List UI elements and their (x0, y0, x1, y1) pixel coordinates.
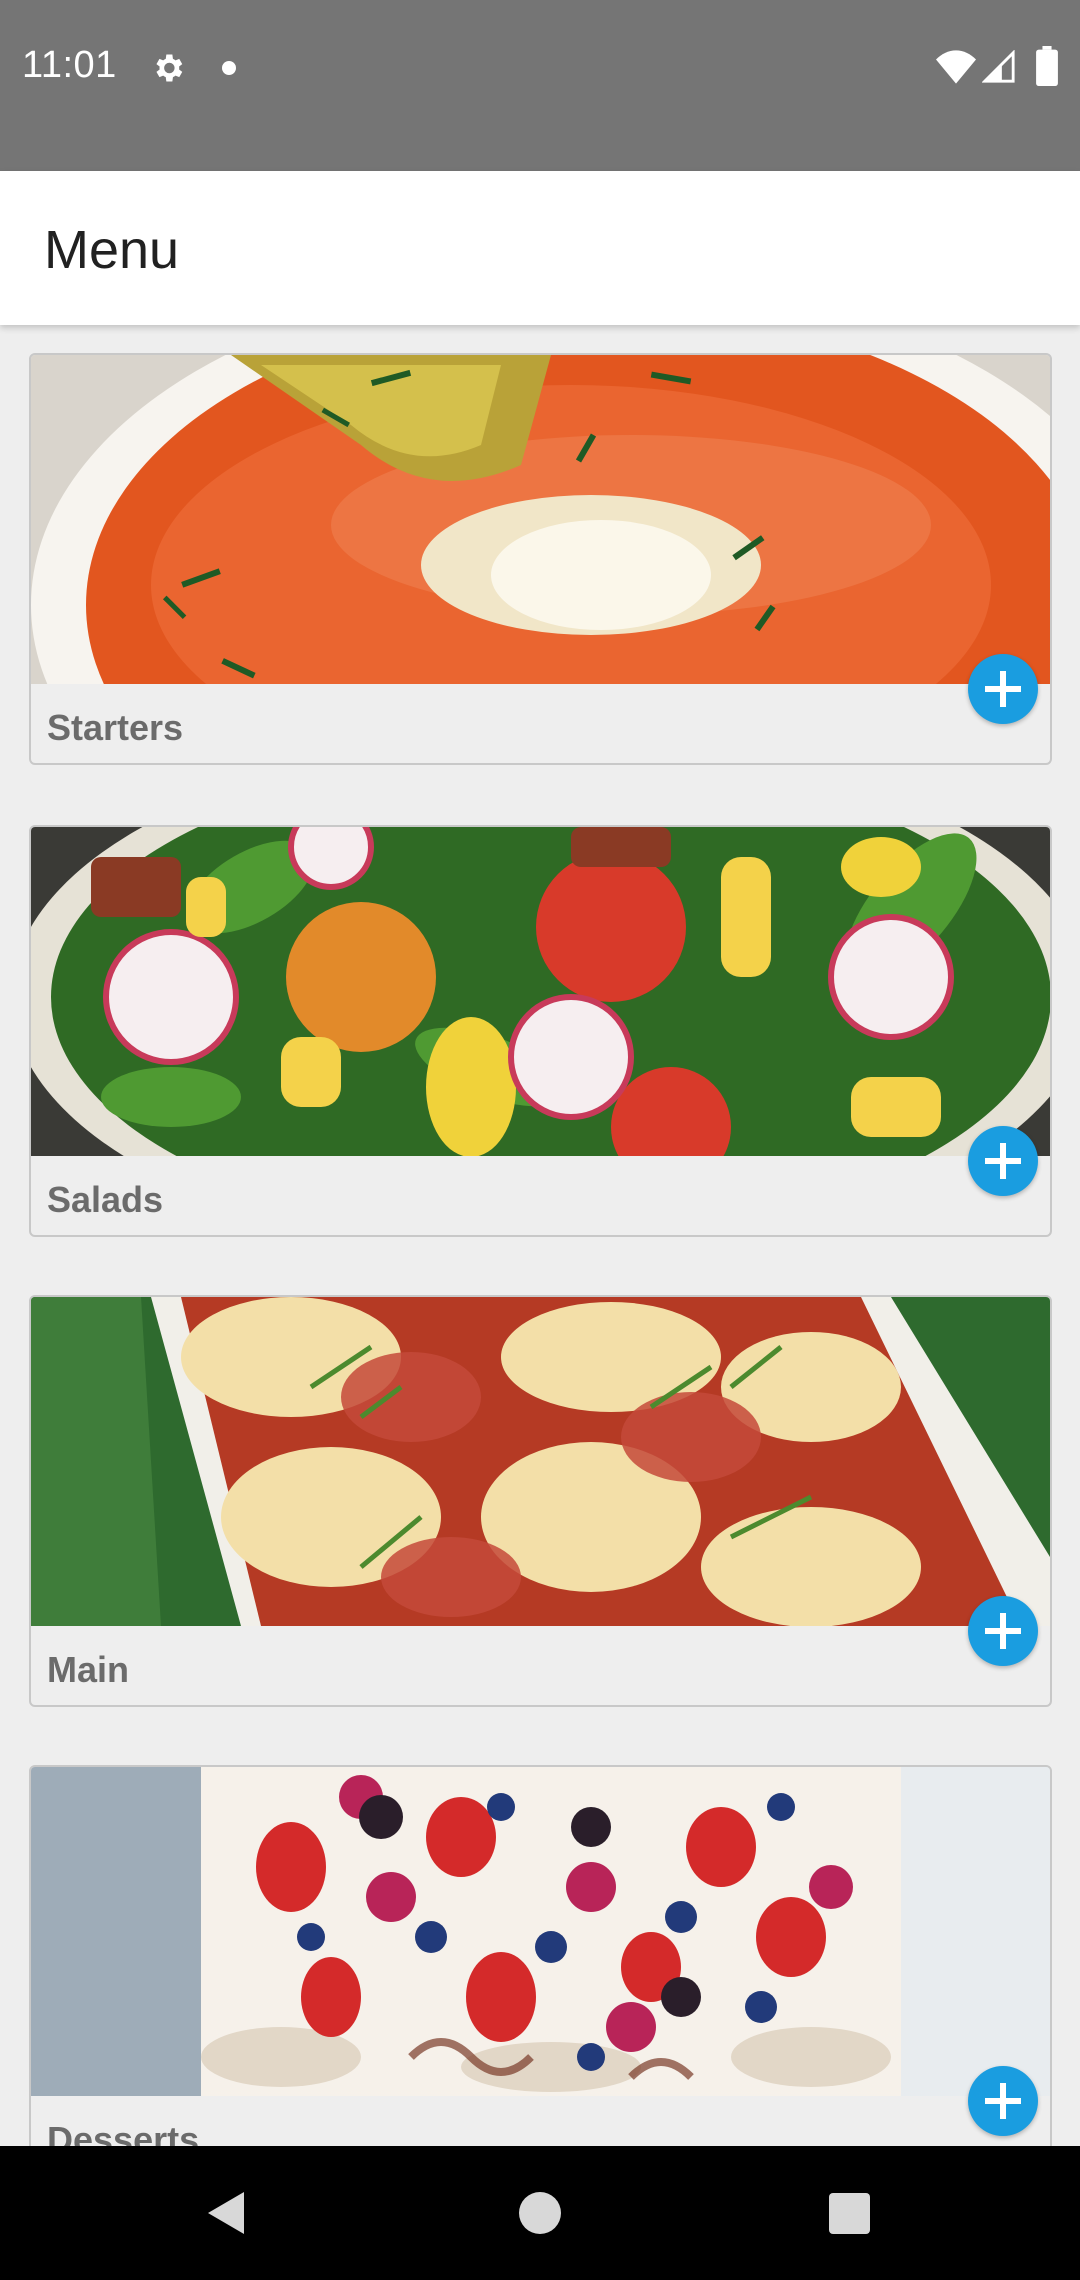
category-label: Desserts (47, 2119, 200, 2146)
status-time: 11:01 (22, 44, 117, 86)
home-icon[interactable] (519, 2192, 561, 2234)
status-bar: 11:01 (0, 0, 1080, 171)
add-starters-button[interactable] (968, 654, 1038, 724)
category-label: Starters (47, 707, 184, 748)
back-icon[interactable] (204, 2188, 248, 2238)
plus-icon (985, 1613, 1021, 1649)
menu-category-list[interactable]: Starters Salads Main Desserts (0, 325, 1080, 2146)
plus-icon (985, 2083, 1021, 2119)
tomato-radish-salad-photo (31, 827, 1050, 1156)
system-nav-bar (0, 2146, 1080, 2280)
add-salads-button[interactable] (968, 1126, 1038, 1196)
category-label: Salads (47, 1179, 164, 1220)
recents-icon[interactable] (829, 2193, 870, 2234)
gear-icon (156, 54, 183, 82)
category-label: Main (47, 1649, 130, 1690)
page-title: Menu (44, 220, 180, 280)
berry-pavlova-photo (31, 1767, 1050, 2096)
notification-dot-icon (222, 61, 236, 75)
wifi-icon (936, 50, 976, 84)
category-card-desserts[interactable]: Desserts (29, 1765, 1052, 2146)
add-desserts-button[interactable] (968, 2066, 1038, 2136)
tomato-soup-photo (31, 355, 1050, 684)
plus-icon (985, 1143, 1021, 1179)
cell-signal-icon (982, 50, 1015, 83)
category-card-main[interactable]: Main (29, 1295, 1052, 1707)
plus-icon (985, 671, 1021, 707)
prosciutto-chicken-photo (31, 1297, 1050, 1626)
add-main-button[interactable] (968, 1596, 1038, 1666)
battery-icon (1036, 46, 1058, 86)
category-card-starters[interactable]: Starters (29, 353, 1052, 765)
category-card-salads[interactable]: Salads (29, 825, 1052, 1237)
app-bar: Menu (0, 171, 1080, 325)
